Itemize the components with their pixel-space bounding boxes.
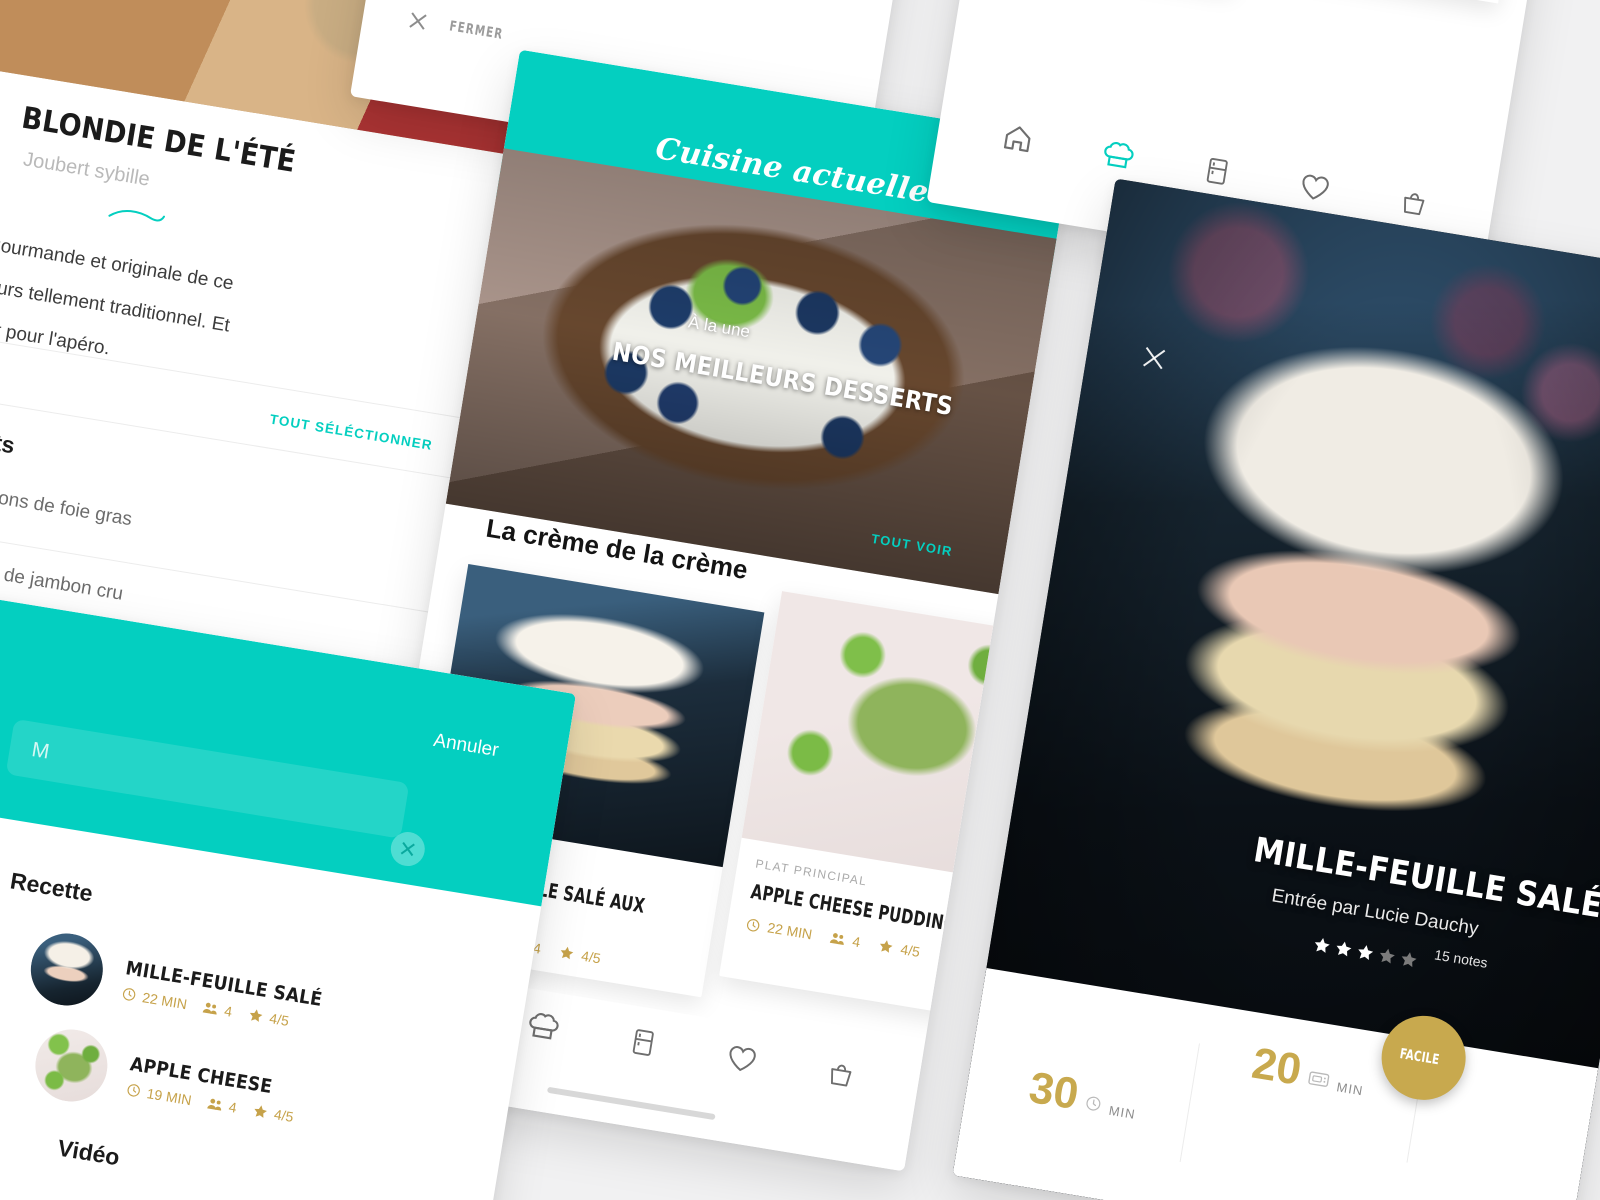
section-heading-recipes: Recette xyxy=(8,867,95,907)
close-icon[interactable] xyxy=(1139,343,1169,373)
ingredients-heading: grédients xyxy=(0,415,17,459)
rating: 4/5 xyxy=(251,1102,295,1124)
prep-time-stat: 30 MIN xyxy=(1025,1062,1137,1122)
nav-basket-icon[interactable] xyxy=(1396,186,1430,220)
search-value: M xyxy=(30,738,52,764)
close-icon xyxy=(407,10,430,33)
ornament-icon xyxy=(108,210,166,222)
search-screen: M Annuler Recette MILLE-FEUILLE SALÉ 22 … xyxy=(0,593,577,1200)
star-icon xyxy=(249,1008,263,1022)
star-icon xyxy=(560,946,574,960)
result-thumbnail xyxy=(25,928,109,1011)
recipe-description: clinaison gourmande et originale de ce g… xyxy=(0,221,236,360)
servings: 4 xyxy=(829,929,862,950)
people-icon xyxy=(207,1098,222,1111)
cook-time: 19 MIN xyxy=(125,1081,193,1108)
section-heading-video: Vidéo xyxy=(55,1134,122,1171)
oven-icon xyxy=(1308,1071,1330,1087)
servings: 4 xyxy=(201,999,233,1019)
clock-icon xyxy=(1086,1096,1101,1111)
star-icon xyxy=(1380,948,1395,964)
design-showcase-canvas: BLONDIE DE L'ÉTÉ Joubert sybille clinais… xyxy=(0,0,1600,1200)
servings: 4 xyxy=(206,1095,238,1115)
nav-home-icon[interactable] xyxy=(1000,120,1037,157)
cook-time: 22 MIN xyxy=(745,916,813,942)
star-icon xyxy=(1314,938,1330,953)
rating: 4/5 xyxy=(247,1006,290,1028)
nav-heart-icon[interactable] xyxy=(724,1041,760,1076)
select-all-button[interactable]: TOUT SÉLÉCTIONNER xyxy=(269,412,434,453)
recipe-detail-screen: MILLE-FEUILLE SALÉ Entrée par Lucie Dauc… xyxy=(952,178,1600,1200)
divider xyxy=(1179,1043,1201,1162)
star-icon xyxy=(254,1104,267,1118)
nav-fridge-icon[interactable] xyxy=(1200,154,1234,188)
star-icon xyxy=(879,940,893,953)
people-icon xyxy=(202,1002,217,1015)
recipe-card[interactable]: ENTRÉE APPLE CHEESE PUDDING 22 MIN xyxy=(1251,0,1539,4)
star-icon xyxy=(1401,952,1417,968)
clock-icon xyxy=(127,1084,140,1097)
clock-icon xyxy=(122,988,136,1001)
nav-heart-icon[interactable] xyxy=(1297,170,1333,205)
close-button[interactable]: FERMER xyxy=(407,10,517,47)
star-icon xyxy=(1336,941,1352,957)
ingredient-label: 8 médaillons de foie gras xyxy=(0,475,134,531)
result-thumbnail xyxy=(30,1024,113,1107)
recipe-author: Joubert sybille xyxy=(21,148,152,191)
cook-time-stat: 20 MIN xyxy=(1248,1038,1365,1099)
cook-time: 22 MIN xyxy=(120,985,188,1012)
nav-chef-hat-icon[interactable] xyxy=(524,1007,563,1046)
people-icon xyxy=(829,933,844,946)
nav-basket-icon[interactable] xyxy=(824,1058,858,1092)
rating: 4/5 xyxy=(557,944,602,966)
clock-icon xyxy=(747,918,760,931)
home-indicator xyxy=(546,1086,716,1121)
rating: 4/5 xyxy=(877,937,921,960)
nav-chef-hat-icon[interactable] xyxy=(1099,136,1138,175)
close-label: FERMER xyxy=(448,18,505,43)
star-icon xyxy=(1358,945,1374,960)
nav-fridge-icon[interactable] xyxy=(626,1025,660,1059)
